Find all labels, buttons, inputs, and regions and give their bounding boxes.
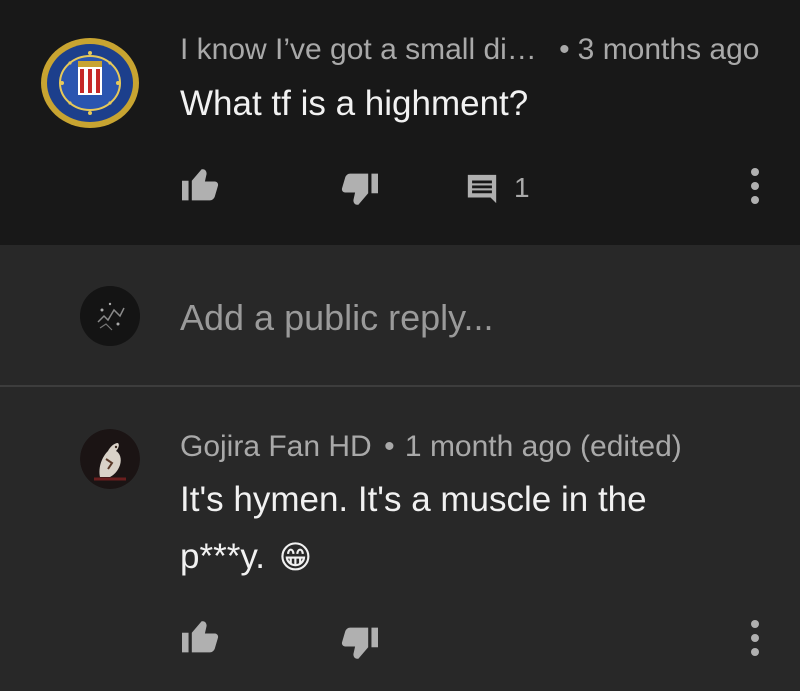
comment-menu-button[interactable] bbox=[740, 166, 770, 206]
reply-text-line1: It's hymen. It's a muscle in the bbox=[180, 480, 647, 519]
reply-dislike-button[interactable] bbox=[338, 624, 382, 664]
reply-time[interactable]: 1 month ago (edited) bbox=[405, 430, 682, 463]
godzilla-avatar-icon[interactable] bbox=[80, 429, 140, 489]
reply-text-line2: p***y. 😁 bbox=[180, 537, 312, 577]
grin-emoji: 😁 bbox=[278, 539, 313, 575]
divider bbox=[0, 385, 800, 387]
parent-comment: I know I’ve got a small di… • 3 months ag… bbox=[0, 0, 800, 245]
reply-text-line2-text: p***y. bbox=[180, 537, 265, 576]
thumbs-up-icon bbox=[182, 169, 219, 201]
reply-input[interactable]: Add a public reply... bbox=[180, 297, 494, 339]
meta-separator: • bbox=[559, 33, 570, 66]
comment-time[interactable]: 3 months ago bbox=[578, 33, 760, 66]
comment-icon bbox=[467, 174, 497, 204]
fbi-seal-icon[interactable] bbox=[40, 37, 140, 129]
thumbs-down-icon bbox=[341, 627, 378, 659]
thumbs-down-icon bbox=[341, 173, 378, 205]
reply-count: 1 bbox=[514, 172, 530, 203]
comment-thread: I know I’ve got a small di… • 3 months ag… bbox=[0, 0, 800, 691]
meta-separator: • bbox=[384, 430, 395, 463]
dislike-button[interactable] bbox=[338, 170, 382, 210]
thumbs-up-icon bbox=[182, 621, 219, 653]
reply-author[interactable]: Gojira Fan HD bbox=[180, 430, 372, 463]
comment-text: What tf is a highment? bbox=[180, 84, 529, 123]
user-avatar-icon[interactable] bbox=[80, 286, 140, 346]
reply-menu-button[interactable] bbox=[740, 618, 770, 658]
like-button[interactable] bbox=[178, 164, 222, 204]
reply-button[interactable] bbox=[462, 170, 502, 208]
comment-author[interactable]: I know I’ve got a small di… bbox=[180, 33, 537, 66]
more-vert-icon bbox=[751, 168, 759, 204]
reply-like-button[interactable] bbox=[178, 616, 222, 656]
more-vert-icon bbox=[751, 620, 759, 656]
reply-meta: Gojira Fan HD • 1 month ago (edited) bbox=[180, 430, 682, 464]
comment-meta: I know I’ve got a small di… • 3 months ag… bbox=[180, 33, 759, 67]
